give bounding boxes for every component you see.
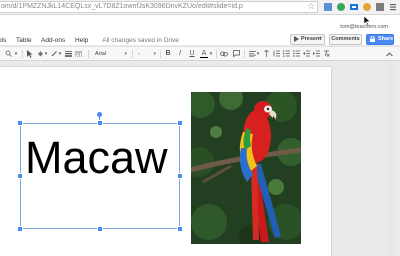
border-weight-icon[interactable] [64, 49, 72, 59]
toolbar-divider [160, 50, 161, 58]
italic-button[interactable]: I [176, 49, 184, 59]
chevron-down-icon[interactable]: ▾ [209, 49, 213, 59]
rotate-handle[interactable] [97, 112, 102, 117]
toolbar-divider [88, 50, 89, 58]
underline-button[interactable]: U [188, 49, 196, 59]
chevron-down-icon[interactable]: ▾ [14, 49, 18, 59]
chevron-down-icon[interactable]: ▾ [256, 49, 260, 59]
extension-icon[interactable] [375, 2, 385, 12]
slide-canvas[interactable]: Macaw [0, 61, 400, 256]
select-icon[interactable] [26, 49, 34, 59]
bookmark-star-icon[interactable]: ☆ [307, 1, 315, 11]
toolbar-divider [216, 50, 217, 58]
account-email[interactable]: tom@teachers.com [340, 24, 388, 30]
comment-icon[interactable] [232, 49, 240, 59]
formatting-toolbar: ▾ ▾ ▾ Arial ▾ - ▾ B I U A ▾ ▾ [0, 46, 400, 61]
menu-tools[interactable]: ols [0, 37, 6, 44]
resize-handle[interactable] [177, 226, 183, 232]
font-family-select[interactable]: Arial ▾ [95, 49, 127, 59]
bulleted-list-icon[interactable] [292, 49, 300, 59]
menu-add-ons[interactable]: Add-ons [41, 37, 65, 44]
chevron-down-icon[interactable]: ▾ [58, 49, 62, 59]
menu-bar: ols Table Add-ons Help All changes saved… [0, 37, 187, 46]
share-label: Share [378, 36, 394, 42]
extension-icon[interactable] [336, 2, 346, 12]
font-family-value: Arial [95, 51, 107, 57]
browser-address-bar: om/d/1PMZZNJkL14CEQLsx_vL7D8Z1ownfJsK309… [0, 0, 400, 15]
play-icon [294, 36, 299, 46]
border-color-icon[interactable] [50, 49, 58, 59]
resize-handle[interactable] [177, 120, 183, 126]
chevron-down-icon[interactable]: ▾ [319, 35, 322, 44]
align-icon[interactable] [248, 49, 256, 59]
bold-button[interactable]: B [164, 49, 172, 59]
save-status: All changes saved in Drive [102, 37, 179, 44]
increase-indent-icon[interactable] [312, 49, 320, 59]
chevron-down-icon[interactable]: ▾ [44, 49, 48, 59]
share-button[interactable]: Share [366, 34, 394, 45]
extension-icon[interactable] [362, 2, 372, 12]
border-dash-icon[interactable] [74, 49, 82, 59]
clear-formatting-icon[interactable] [322, 49, 330, 59]
toolbar-divider [132, 50, 133, 58]
fill-color-icon[interactable] [36, 49, 44, 59]
resize-handle[interactable] [17, 173, 23, 179]
slide[interactable]: Macaw [0, 67, 331, 256]
menu-icon[interactable] [388, 2, 398, 12]
extension-icon[interactable] [323, 2, 333, 12]
macaw-photo-graphic [191, 92, 301, 244]
resize-handle[interactable] [17, 226, 23, 232]
toolbar-divider [244, 50, 245, 58]
slide-title-text[interactable]: Macaw [25, 128, 168, 188]
comments-button[interactable]: Comments [329, 34, 362, 45]
vertical-scrollbar[interactable] [387, 62, 395, 256]
resize-handle[interactable] [97, 120, 103, 126]
chevron-down-icon: ▾ [124, 51, 127, 57]
url-field[interactable]: om/d/1PMZZNJkL14CEQLsx_vL7D8Z1ownfJsK309… [0, 1, 318, 13]
menu-table[interactable]: Table [16, 37, 32, 44]
link-icon[interactable] [220, 49, 228, 59]
vertical-align-icon[interactable] [262, 49, 270, 59]
lock-icon [370, 35, 375, 46]
menu-help[interactable]: Help [75, 37, 88, 44]
macaw-image[interactable] [191, 92, 301, 244]
resize-handle[interactable] [97, 226, 103, 232]
resize-handle[interactable] [17, 120, 23, 126]
zoom-icon[interactable] [4, 49, 12, 59]
toolbar-divider [22, 50, 23, 58]
font-size-select[interactable]: - ▾ [138, 49, 156, 59]
extension-icon[interactable] [349, 2, 359, 12]
chevron-down-icon: ▾ [153, 51, 156, 57]
numbered-list-icon[interactable] [282, 49, 290, 59]
font-size-value: - [138, 51, 140, 57]
present-button[interactable]: Present ▾ [290, 34, 325, 45]
collapse-toolbar-icon[interactable] [384, 49, 394, 59]
text-box[interactable]: Macaw [20, 123, 180, 229]
decrease-indent-icon[interactable] [302, 49, 310, 59]
resize-handle[interactable] [177, 173, 183, 179]
line-spacing-icon[interactable] [272, 49, 280, 59]
text-color-button[interactable]: A [200, 49, 208, 58]
